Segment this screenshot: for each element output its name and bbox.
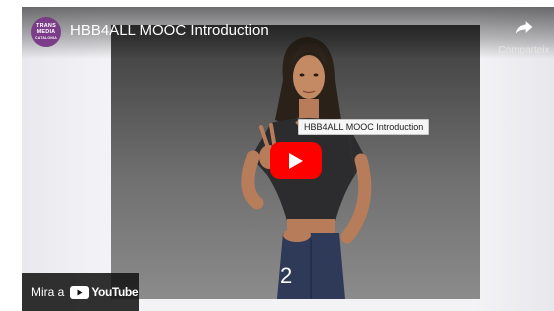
subtitle-number: 2 xyxy=(280,263,293,288)
share-button[interactable]: Comparteix xyxy=(494,17,554,57)
play-button[interactable] xyxy=(270,142,322,179)
channel-avatar[interactable]: TRANS MEDIA CATALONIA xyxy=(31,17,61,47)
share-label: Comparteix xyxy=(498,45,550,56)
channel-avatar-line: CATALONIA xyxy=(35,36,57,40)
youtube-logo-text: YouTube xyxy=(91,285,139,299)
youtube-play-icon xyxy=(70,285,90,299)
share-arrow-icon xyxy=(515,21,533,34)
video-title-link[interactable]: HBB4ALL MOOC Introduction xyxy=(70,22,269,39)
watch-on-youtube-button[interactable]: Mira a YouTube xyxy=(22,273,139,311)
title-tooltip: HBB4ALL MOOC Introduction xyxy=(298,119,430,135)
play-icon xyxy=(289,153,303,169)
watch-on-label: Mira a xyxy=(31,285,65,299)
video-embed[interactable]: TRANS MEDIA CATALONIA HBB4ALL MOOC Intro… xyxy=(22,7,554,311)
youtube-logo: YouTube xyxy=(70,285,138,299)
